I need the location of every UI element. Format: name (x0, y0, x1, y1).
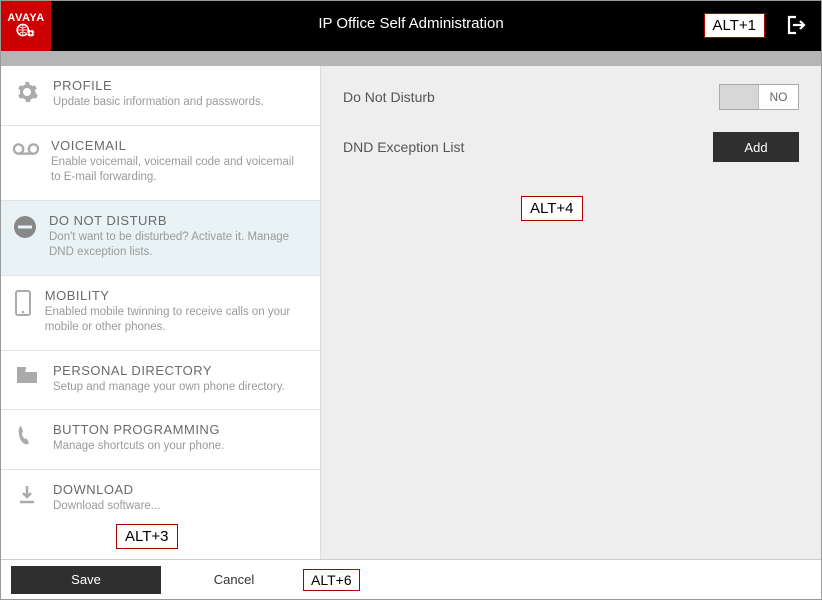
hint-alt-1: ALT+1 (704, 13, 766, 38)
sidebar-item-desc: Update basic information and passwords. (53, 95, 264, 111)
phone-icon (13, 288, 33, 336)
separator-bar (1, 51, 821, 66)
hint-alt-6: ALT+6 (303, 569, 360, 591)
gear-icon (13, 78, 41, 111)
toggle-value: NO (759, 85, 798, 109)
sidebar-item-button-prog[interactable]: BUTTON PROGRAMMING Manage shortcuts on y… (1, 410, 320, 470)
dnd-label: Do Not Disturb (343, 89, 435, 105)
dnd-row: Do Not Disturb NO (343, 84, 799, 110)
handset-icon (13, 422, 41, 455)
cancel-button[interactable]: Cancel (169, 566, 299, 594)
sidebar: PROFILE Update basic information and pas… (1, 66, 321, 559)
app-window: AVAYA IP Office Self Administration ALT+… (0, 0, 822, 600)
logout-icon[interactable] (783, 13, 807, 40)
sidebar-item-title: VOICEMAIL (51, 138, 306, 153)
sidebar-item-desc: Don't want to be disturbed? Activate it.… (49, 230, 306, 261)
sidebar-item-title: MOBILITY (45, 288, 306, 303)
sidebar-item-desc: Manage shortcuts on your phone. (53, 439, 224, 455)
hint-alt-4: ALT+4 (521, 196, 583, 221)
sidebar-item-title: PROFILE (53, 78, 264, 93)
sidebar-item-directory[interactable]: PERSONAL DIRECTORY Setup and manage your… (1, 351, 320, 411)
sidebar-item-desc: Enable voicemail, voicemail code and voi… (51, 155, 306, 186)
exception-label: DND Exception List (343, 139, 464, 155)
folder-icon (13, 363, 41, 396)
sidebar-item-desc: Setup and manage your own phone director… (53, 380, 285, 396)
logo: AVAYA (1, 1, 51, 51)
globe-gear-icon (16, 22, 36, 41)
sidebar-item-mobility[interactable]: MOBILITY Enabled mobile twinning to rece… (1, 276, 320, 351)
sidebar-item-title: DO NOT DISTURB (49, 213, 306, 228)
page-title: IP Office Self Administration (318, 15, 503, 32)
body: PROFILE Update basic information and pas… (1, 66, 821, 559)
sidebar-item-profile[interactable]: PROFILE Update basic information and pas… (1, 66, 320, 126)
sidebar-item-title: DOWNLOAD (53, 482, 160, 497)
dnd-icon (13, 213, 37, 261)
sidebar-item-title: BUTTON PROGRAMMING (53, 422, 224, 437)
toggle-knob (720, 85, 759, 109)
footer: Save Cancel ALT+6 (1, 559, 821, 599)
sidebar-item-desc: Download software... (53, 499, 160, 515)
add-button[interactable]: Add (713, 132, 799, 162)
hint-alt-3: ALT+3 (116, 524, 178, 549)
download-icon (13, 482, 41, 515)
sidebar-item-desc: Enabled mobile twinning to receive calls… (45, 305, 306, 336)
dnd-toggle[interactable]: NO (719, 84, 799, 110)
main-panel: Do Not Disturb NO DND Exception List Add… (321, 66, 821, 559)
title-bar: AVAYA IP Office Self Administration ALT+… (1, 1, 821, 51)
sidebar-item-title: PERSONAL DIRECTORY (53, 363, 285, 378)
sidebar-item-download[interactable]: DOWNLOAD Download software... (1, 470, 320, 529)
sidebar-item-voicemail[interactable]: VOICEMAIL Enable voicemail, voicemail co… (1, 126, 320, 201)
save-button[interactable]: Save (11, 566, 161, 594)
sidebar-item-dnd[interactable]: DO NOT DISTURB Don't want to be disturbe… (1, 201, 320, 276)
voicemail-icon (13, 138, 39, 186)
exception-row: DND Exception List Add (343, 132, 799, 162)
